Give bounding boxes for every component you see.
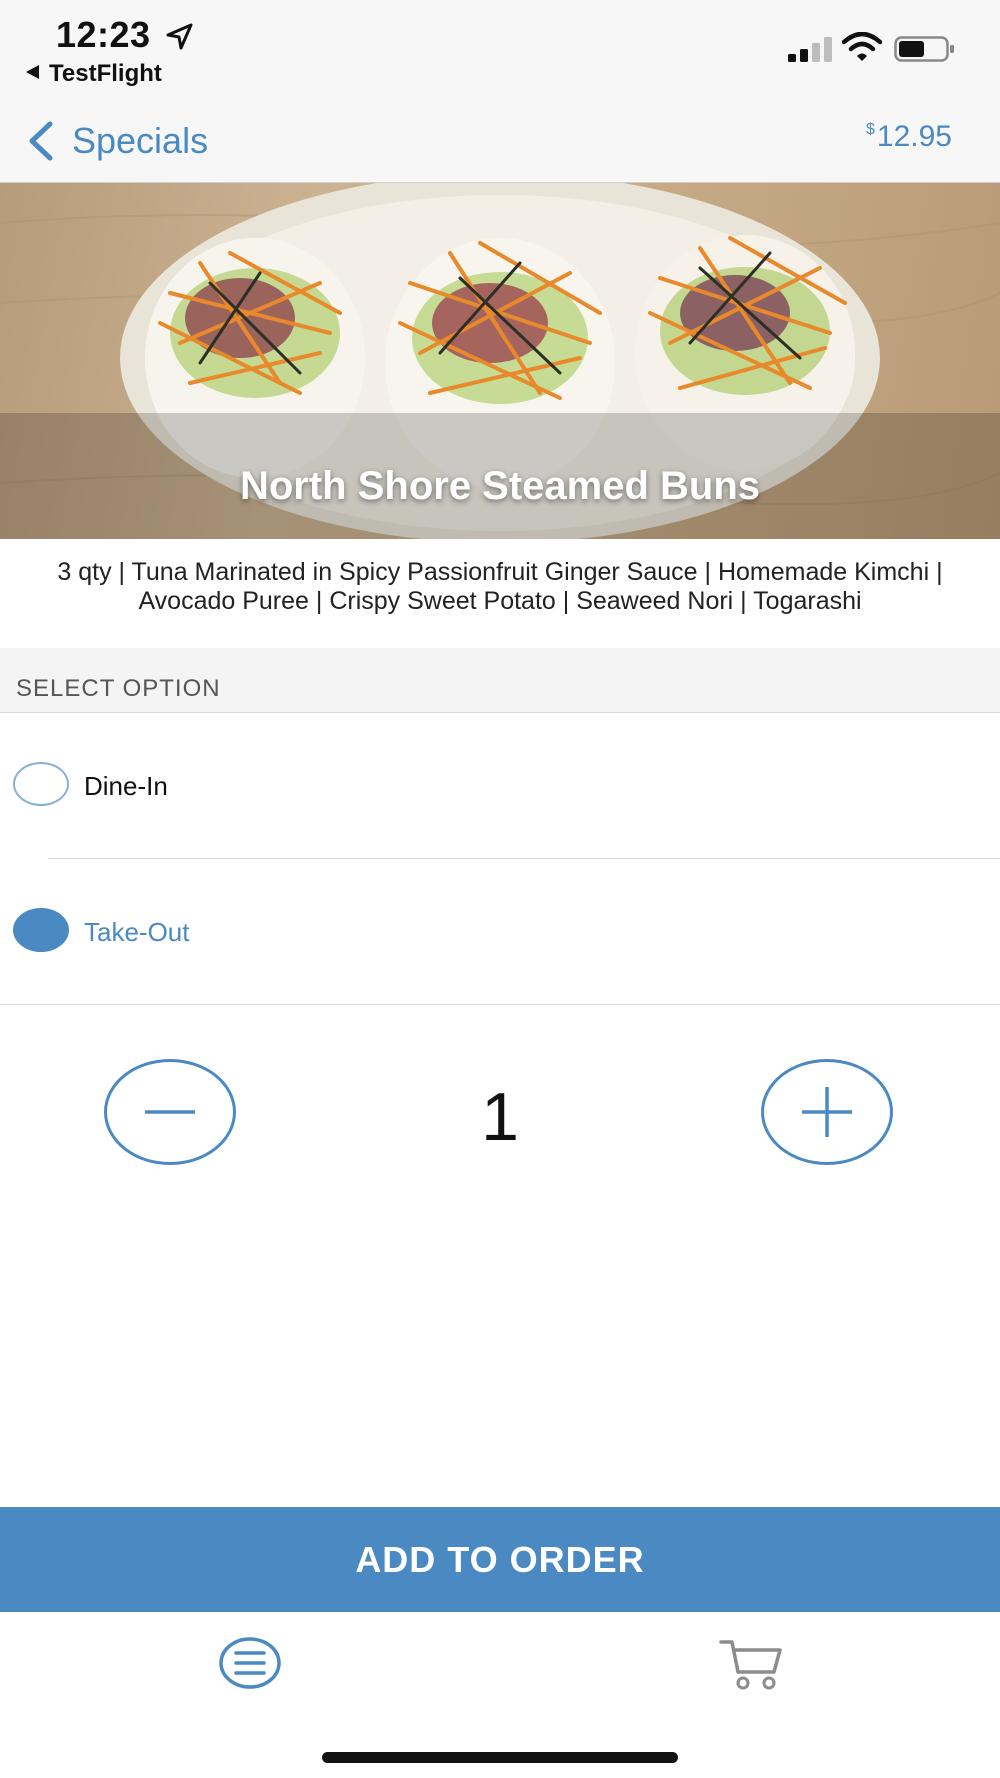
option-label-dine-in: Dine-In — [84, 771, 168, 801]
item-title: North Shore Steamed Buns — [239, 464, 761, 508]
options-bottom-divider — [0, 1004, 1000, 1005]
item-price: $12.95 — [866, 120, 952, 154]
price-amount: 12.95 — [876, 120, 952, 153]
option-label-take-out: Take-Out — [84, 917, 190, 947]
status-time: 12:23 — [56, 14, 151, 55]
cart-icon[interactable] — [718, 1636, 784, 1692]
menu-list-icon[interactable] — [218, 1636, 282, 1690]
back-to-app-link[interactable]: TestFlight — [26, 60, 162, 88]
back-button-label: Specials — [72, 120, 209, 161]
radio-selected-icon[interactable] — [13, 908, 69, 952]
minus-icon — [145, 1110, 195, 1114]
home-indicator[interactable] — [322, 1752, 678, 1763]
radio-unselected-icon[interactable] — [13, 762, 69, 806]
decrement-button[interactable] — [104, 1059, 236, 1165]
back-app-label: TestFlight — [49, 60, 162, 87]
plus-icon — [802, 1087, 852, 1137]
location-arrow-icon — [166, 23, 193, 50]
back-button[interactable]: Specials — [26, 116, 208, 166]
item-description: 3 qty | Tuna Marinated in Spicy Passionf… — [57, 558, 943, 615]
battery-icon — [894, 36, 954, 62]
increment-button[interactable] — [761, 1059, 893, 1165]
back-triangle-icon — [26, 65, 39, 79]
add-to-order-button[interactable]: ADD TO ORDER — [0, 1507, 1000, 1612]
cellular-signal-icon — [788, 37, 832, 62]
price-currency: $ — [866, 121, 875, 138]
options-section-title: SELECT OPTION — [16, 675, 221, 702]
quantity-value: 1 — [481, 1079, 519, 1155]
chevron-left-icon — [29, 121, 53, 161]
option-dine-in[interactable]: Dine-In — [0, 713, 1000, 858]
wifi-icon — [842, 32, 882, 61]
option-take-out[interactable]: Take-Out — [0, 859, 1000, 1004]
